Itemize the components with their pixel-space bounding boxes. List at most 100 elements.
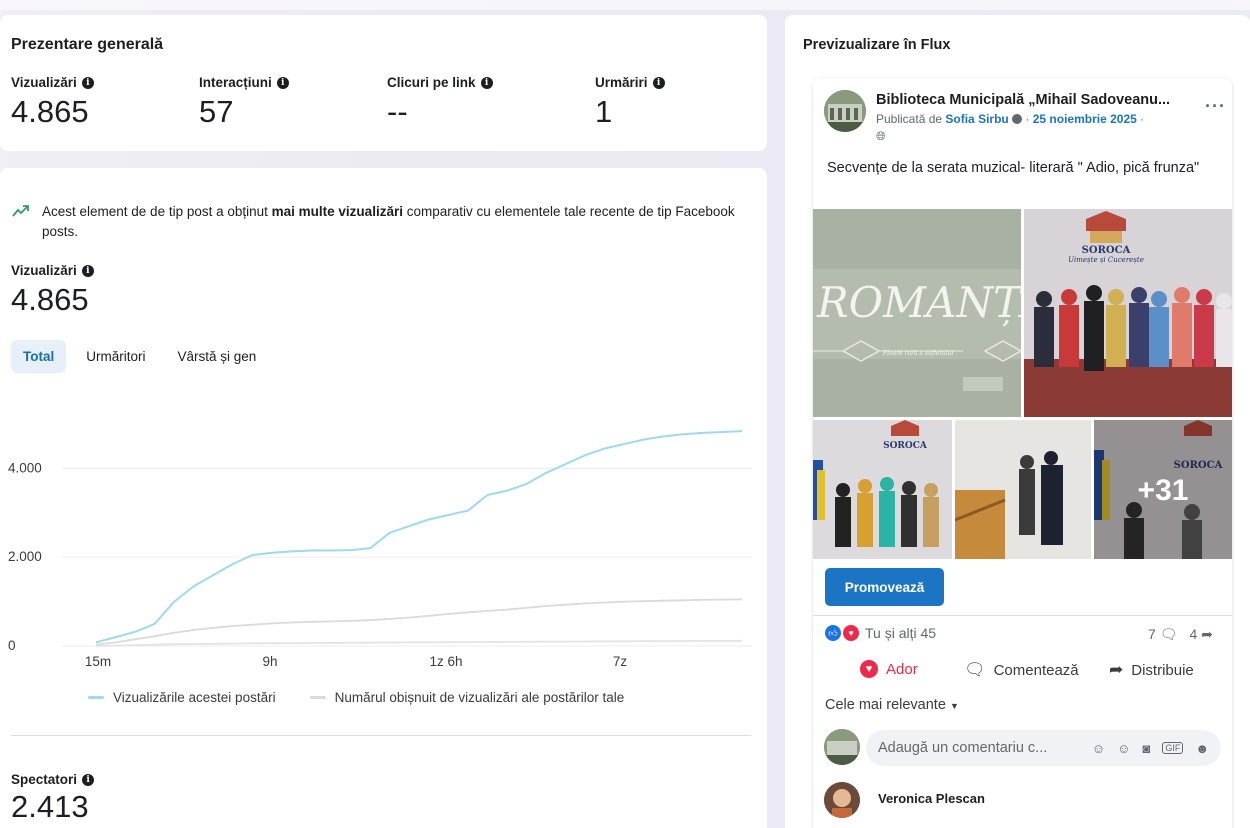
facebook-post: Biblioteca Municipală „Mihail Sadoveanu.… [813,78,1232,828]
sort-label: Cele mai relevante [825,697,946,713]
camera-icon[interactable]: ◙ [1142,741,1150,756]
author-link[interactable]: Sofia Sirbu [945,112,1008,126]
comment-button[interactable]: 🗨︎ Comentează [964,660,1079,680]
comment-icon: 🗨︎ [964,660,986,679]
divider [11,735,751,736]
photo3-logo: SOROCA [883,441,928,451]
overview-card: Prezentare generală Vizualizări i 4.865 I… [0,15,767,151]
share-icon: ➦ [1109,660,1124,679]
divider [813,615,1232,616]
info-icon[interactable]: i [81,76,94,89]
metric-interactions: Interacțiuni i 57 [199,75,289,130]
spectators-label: Spectatori [11,772,78,787]
series-line-average-views [95,598,743,646]
tab-age-gender[interactable]: Vârstă și gen [166,340,269,373]
page-avatar[interactable] [824,90,866,132]
reactions-summary[interactable]: 👍︎ ♥ Tu și alți 45 [825,625,936,641]
gif-icon[interactable]: GIF [1162,742,1184,754]
emoji-icon[interactable]: ☺ [1117,741,1130,756]
avatar-sticker-icon[interactable]: ☺ [1092,741,1105,756]
views-label: Vizualizări [11,263,77,278]
photo-2[interactable]: SOROCA Uimește și Cucerește [1024,209,1232,417]
metric-views: Vizualizări i 4.865 [11,75,94,130]
views-value: 4.865 [11,282,89,317]
info-icon[interactable]: i [276,76,289,89]
photo-3[interactable]: SOROCA [813,420,952,559]
views-chart: 0 2.000 4.000 15m 9h 1z 6h 7z [8,430,752,669]
avatar[interactable] [824,782,860,818]
legend-swatch [309,696,326,699]
metric-views-label: Vizualizări [11,75,77,90]
series-line-baseline [95,639,743,647]
views-tabs: Total Urmăritori Vârstă și gen [11,340,268,373]
spectators-metric: Spectatori i 2.413 [11,772,95,825]
comments-count: 7 [1148,626,1156,642]
photo-4[interactable] [955,420,1091,559]
x-tick-label: 15m [85,654,111,669]
photo1-subtitle: Floare rară a sufletului [882,350,953,357]
comment-count-icon: 🗨︎ [1159,626,1178,642]
share-label: Distribuie [1131,661,1194,679]
love-label: Ador [886,660,918,678]
post-text: Secvențe de la serata muzical- literară … [827,160,1200,176]
top-strip [0,0,1250,10]
insight-text: Acest element de de tip post a obținut m… [12,202,752,242]
comment-placeholder: Adaugă un comentariu c... [878,740,1048,756]
info-icon[interactable]: i [652,76,665,89]
legend-item-post-views: Vizualizările acestei postări [88,690,276,705]
shares-count: 4 [1189,626,1198,642]
metric-link-clicks-value: -- [387,94,408,129]
metric-follows: Urmăriri i 1 [595,75,665,130]
share-button[interactable]: ➦ Distribuie [1109,660,1194,680]
caret-down-icon: ▼ [949,701,959,711]
promote-button[interactable]: Promovează [825,568,944,606]
comment-input[interactable]: Adaugă un comentariu c... ☺ ☺ ◙ GIF ☻ [866,730,1221,766]
commenter-name[interactable]: Veronica Plescan [878,791,985,806]
x-tick-label: 1z 6h [429,654,462,669]
trend-up-icon [12,205,29,217]
post-date[interactable]: 25 noiembrie 2025 [1033,112,1137,126]
photo-5-more[interactable]: SOROCA +31 [1094,420,1232,559]
info-icon[interactable]: i [480,76,493,89]
x-tick-label: 7z [613,654,628,669]
chart-legend: Vizualizările acestei postări Numărul ob… [88,690,624,705]
y-tick-label: 2.000 [8,549,42,564]
more-options-icon[interactable]: ··· [1205,96,1226,117]
avatar[interactable] [824,729,860,765]
preview-title: Previzualizare în Flux [803,37,951,53]
insight-text-bold: mai multe vizualizări [271,204,403,219]
like-reaction-icon: 👍︎ [825,625,841,641]
spectators-value: 2.413 [11,789,89,824]
views-metric: Vizualizări i 4.865 [11,263,94,318]
insight-text-before: Acest element de de tip post a obținut [42,204,272,219]
metric-link-clicks-label: Clicuri pe link [387,75,476,90]
metric-views-value: 4.865 [11,94,89,129]
more-photos-count: +31 [1137,474,1189,507]
info-icon[interactable]: i [82,773,95,786]
legend-item-average-views: Numărul obișnuit de vizualizări ale post… [309,690,625,705]
sort-comments[interactable]: Cele mai relevante ▼ [825,697,959,713]
love-icon: ♥ [860,660,878,678]
love-button[interactable]: ♥ Ador [860,660,918,678]
legend-label: Vizualizările acestei postări [113,690,276,705]
metric-link-clicks: Clicuri pe link i -- [387,75,493,130]
overview-title: Prezentare generală [11,36,164,53]
page-name[interactable]: Biblioteca Municipală „Mihail Sadoveanu.… [876,92,1170,108]
globe-icon: 🌐︎ [876,129,886,143]
sticker-icon[interactable]: ☻ [1195,741,1209,756]
photo2-slogan: Uimește și Cucerește [1068,256,1144,264]
series-line-post-views [95,430,743,644]
info-icon[interactable]: i [81,264,94,277]
metric-follows-value: 1 [595,94,613,129]
legend-swatch [88,696,104,699]
published-by: Publicată de [876,112,943,126]
post-meta: Publicată de Sofia Sirbu · 25 noiembrie … [876,112,1145,126]
x-tick-label: 9h [262,654,277,669]
legend-label: Numărul obișnuit de vizualizări ale post… [334,690,625,705]
y-tick-label: 4.000 [8,460,42,475]
metric-interactions-value: 57 [199,94,234,129]
photo-1[interactable]: ROMANȚA Floare rară a sufletului [813,209,1021,417]
tab-total[interactable]: Total [11,340,67,373]
engagement-counts[interactable]: 7 🗨︎ 4 ➦ [1148,626,1213,643]
tab-followers[interactable]: Urmăritori [74,340,157,373]
